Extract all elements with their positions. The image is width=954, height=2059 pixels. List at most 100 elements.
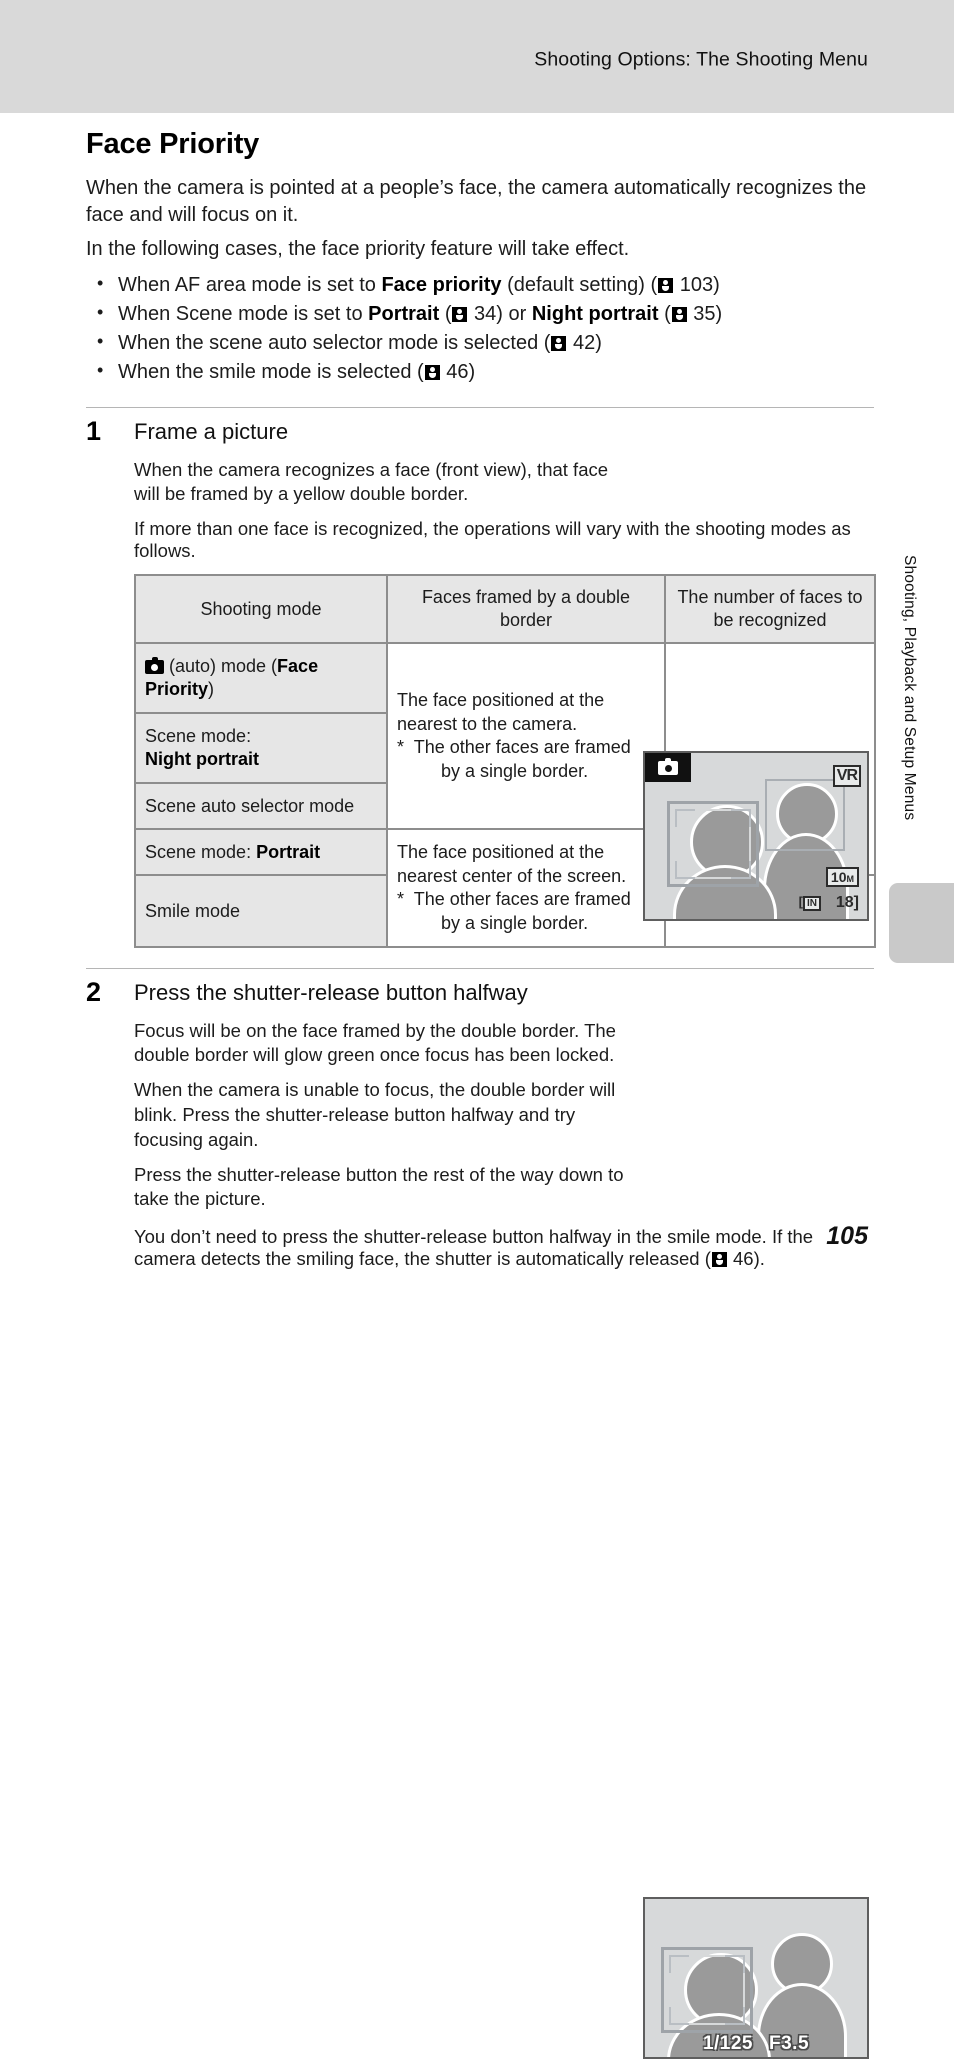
- double-focus-border: [667, 801, 759, 888]
- shots-remaining-indicator: 18]: [835, 894, 859, 912]
- single-focus-border: [765, 779, 845, 852]
- internal-memory-indicator: [IN: [799, 895, 821, 912]
- page-reference-icon: [424, 365, 440, 381]
- bullet-text-post: (default setting) (: [501, 273, 658, 296]
- bullet-text-pre: When Scene mode is set to: [118, 302, 369, 325]
- page-reference-icon: [671, 306, 687, 322]
- intro-paragraph-2: In the following cases, the face priorit…: [86, 238, 630, 261]
- footnote-ref-page: 46: [733, 1248, 754, 1270]
- desc-note: * The other faces are framed by a single …: [397, 736, 655, 783]
- desc-note-star: *: [397, 889, 405, 910]
- cell-mode-scene-auto-selector: Scene auto selector mode: [134, 782, 388, 831]
- cell-mode-smile: Smile mode: [134, 874, 388, 949]
- list-item: When the smile mode is selected ( 46): [86, 357, 874, 387]
- cell-description-group-2: The face positioned at the nearest cente…: [386, 828, 666, 949]
- page-content: Face Priority When the camera is pointed…: [86, 113, 876, 2059]
- memory-chip-label: IN: [803, 896, 821, 912]
- cell-mode-auto: (auto) mode (Face Priority): [134, 642, 388, 715]
- bullet-text-post-2: (: [658, 302, 671, 325]
- desc-note-star: *: [397, 737, 405, 758]
- bullet-text-pre: When the smile mode is selected (: [118, 361, 424, 384]
- conditions-list: When AF area mode is set to Face priorit…: [86, 270, 874, 388]
- bullet-text-tail: ): [713, 273, 720, 296]
- exposure-readout: 1/125 F3.5: [645, 2034, 867, 2053]
- intro-paragraph-1: When the camera is pointed at a people’s…: [86, 177, 867, 227]
- step-2-paragraph-1: Focus will be on the face framed by the …: [134, 1019, 616, 1066]
- desc-line-2: nearest center of the screen.: [397, 865, 627, 886]
- side-tab-marker: [889, 883, 954, 963]
- page-reference-icon: [711, 1252, 727, 1268]
- double-border-mask-right: [743, 1973, 745, 2008]
- desc-line-1: The face positioned at the: [397, 690, 605, 711]
- cell-mode-pre: Scene mode:: [145, 841, 257, 862]
- image-size-indicator: 10M: [825, 867, 859, 888]
- table-intro-caption: If more than one face is recognized, the…: [134, 518, 851, 562]
- bullet-text-tail: ): [468, 361, 476, 384]
- cell-mode-pre: Scene mode:: [145, 725, 252, 746]
- step-2-footnote: You don’t need to press the shutter-rele…: [134, 1226, 874, 1270]
- cell-mode-night-portrait: Scene mode: Night portrait: [134, 712, 388, 785]
- divider-rule-top: [86, 407, 874, 409]
- cell-description-group-1: The face positioned at the nearest to th…: [386, 642, 666, 831]
- bullet-text-pre: When AF area mode is set to: [118, 273, 382, 296]
- vr-indicator: VR: [832, 765, 861, 788]
- column-header-face-count: The number of faces to be recognized: [664, 574, 876, 645]
- page-reference-icon: [658, 277, 674, 293]
- step-2-body: Focus will be on the face framed by the …: [134, 1019, 634, 1212]
- desc-note-line-2: by a single border.: [441, 760, 589, 781]
- step-1-title: Frame a picture: [134, 419, 289, 445]
- double-border-mask-left: [669, 1973, 671, 2008]
- list-item: When Scene mode is set to Portrait ( 34)…: [86, 299, 874, 329]
- list-item: When AF area mode is set to Face priorit…: [86, 270, 874, 300]
- desc-line-1: The face positioned at the: [397, 842, 605, 863]
- bullet-text-bold-2: Night portrait: [531, 302, 659, 325]
- footnote-text-tail: ).: [753, 1248, 765, 1270]
- step-1: 1 Frame a picture When the camera recogn…: [86, 416, 876, 949]
- cell-mode-auto-post: ): [208, 679, 215, 700]
- cell-mode-auto-pre: (auto) mode (: [164, 655, 278, 676]
- page-reference-icon: [452, 306, 468, 322]
- column-header-shooting-mode: Shooting mode: [134, 574, 388, 645]
- cell-mode-bold: Night portrait: [145, 749, 259, 770]
- step-2: 2 Press the shutter-release button halfw…: [86, 977, 874, 2059]
- camera-icon: [658, 757, 678, 775]
- divider-rule-bottom: [86, 968, 874, 970]
- list-item: When the scene auto selector mode is sel…: [86, 328, 874, 358]
- step-1-body: When the camera recognizes a face (front…: [134, 458, 634, 508]
- camera-screen-illustration-1: VR 10M [IN 18]: [643, 751, 869, 922]
- camera-icon: [145, 656, 164, 674]
- step-2-paragraph-2: When the camera is unable to focus, the …: [134, 1079, 616, 1150]
- shutter-speed-value: 1/125: [702, 2033, 753, 2055]
- side-tab-label: Shooting, Playback and Setup Menus: [901, 555, 918, 821]
- step-1-number: 1: [86, 416, 102, 447]
- double-focus-border-inner: [675, 809, 751, 880]
- double-focus-border-inner: [669, 1955, 745, 2026]
- step-1-paragraph: When the camera recognizes a face (front…: [134, 458, 609, 505]
- page-title: Face Priority: [86, 128, 260, 160]
- page-reference-icon: [551, 335, 567, 351]
- desc-note: * The other faces are framed by a single …: [397, 888, 655, 935]
- table-header-row: Shooting mode Faces framed by a double b…: [134, 574, 876, 645]
- double-focus-border: [661, 1947, 753, 2034]
- bullet-ref-page: 34: [474, 302, 497, 325]
- double-border-mask-right: [749, 827, 751, 862]
- bullet-ref-page: 46: [446, 361, 469, 384]
- page-header-band: Shooting Options: The Shooting Menu: [0, 0, 954, 113]
- double-border-mask-left: [675, 827, 677, 862]
- bullet-ref-page-2: 35: [693, 302, 716, 325]
- desc-note-line-1: The other faces are framed: [413, 889, 631, 910]
- bullet-text-post: (: [439, 302, 452, 325]
- bullet-text-tail: ): [715, 302, 723, 325]
- image-size-unit: M: [846, 874, 855, 885]
- cell-mode-portrait: Scene mode: Portrait: [134, 828, 388, 877]
- aperture-value: F3.5: [769, 2033, 810, 2055]
- bullet-text-bold: Face priority: [381, 273, 502, 296]
- bullet-ref-page: 42: [573, 331, 596, 354]
- bullet-text-bold: Portrait: [368, 302, 440, 325]
- cell-mode-bold: Portrait: [256, 841, 321, 862]
- column-header-double-border: Faces framed by a double border: [386, 574, 666, 645]
- desc-note-line-1: The other faces are framed: [413, 737, 631, 758]
- step-2-title: Press the shutter-release button halfway: [134, 980, 528, 1006]
- running-header-title: Shooting Options: The Shooting Menu: [534, 48, 868, 71]
- bullet-ref-page: 103: [679, 273, 714, 296]
